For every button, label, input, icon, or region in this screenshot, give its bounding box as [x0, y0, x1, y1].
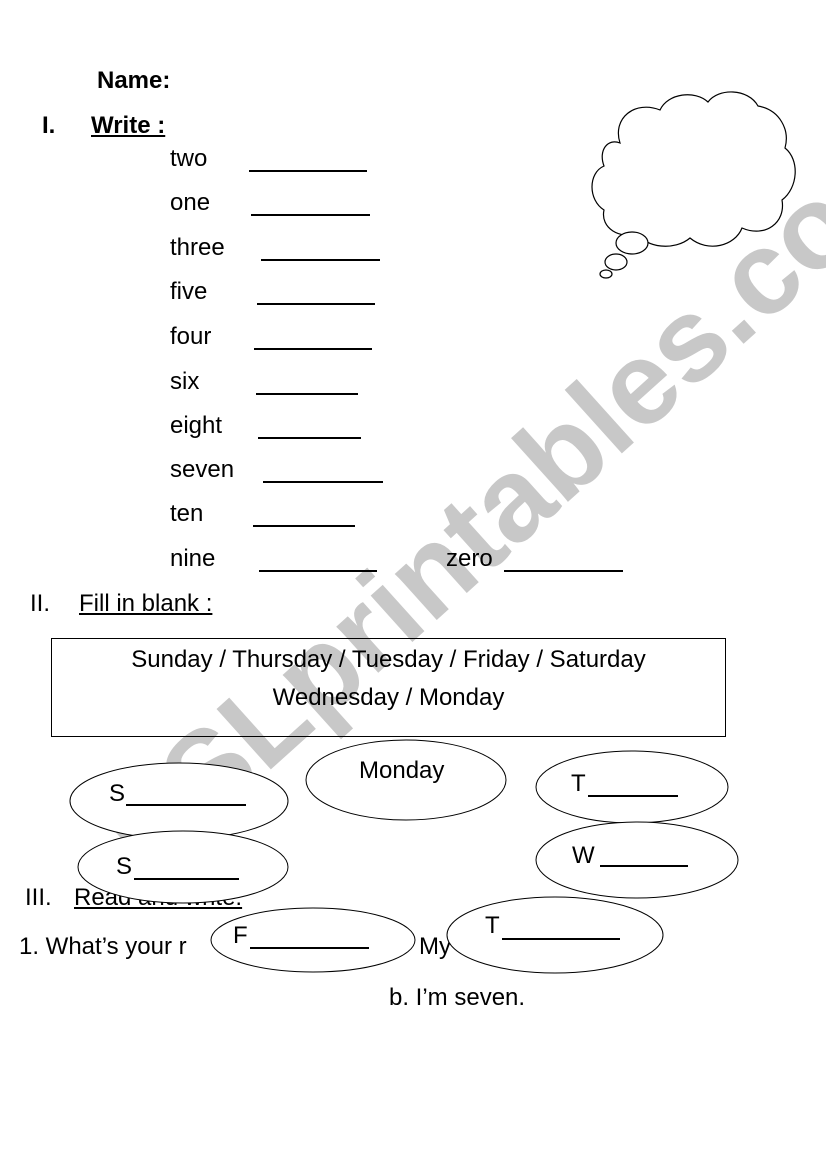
answer-blank[interactable]: [253, 525, 355, 527]
number-word: five: [170, 278, 208, 305]
word-bank-line-1: Sunday / Thursday / Tuesday / Friday / S…: [131, 646, 646, 673]
oval-letter-t1: T: [571, 770, 586, 797]
oval-letter-s2: S: [116, 853, 133, 880]
number-word: ten: [170, 500, 204, 527]
oval-s1[interactable]: [69, 762, 289, 840]
oval-letter-t2: T: [485, 912, 500, 939]
word-bank-box: Sunday / Thursday / Tuesday / Friday / S…: [51, 638, 726, 737]
answer-blank[interactable]: [254, 348, 372, 350]
number-word: four: [170, 323, 212, 350]
number-word: nine: [170, 545, 216, 572]
answer-blank[interactable]: [249, 170, 367, 172]
answer-blank[interactable]: [504, 570, 623, 572]
answer-blank[interactable]: [258, 437, 361, 439]
answer-blank[interactable]: [261, 259, 380, 261]
number-word-zero: zero: [446, 545, 493, 572]
number-word: eight: [170, 412, 223, 439]
answer-b: b. I’m seven.: [389, 984, 526, 1011]
oval-t2[interactable]: [446, 896, 664, 974]
oval-letter-f: F: [233, 922, 248, 949]
question-1: 1. What’s your r: [19, 933, 187, 960]
section-3-number: III.: [25, 884, 52, 911]
section-2-number: II.: [30, 590, 51, 617]
answer-blank[interactable]: [263, 481, 383, 483]
oval-letter-w: W: [572, 842, 595, 869]
section-1-title: Write :: [91, 112, 166, 139]
number-word: seven: [170, 456, 235, 483]
answer-blank[interactable]: [256, 393, 358, 395]
number-word: two: [170, 145, 208, 172]
thought-bubble-icon: [591, 91, 796, 279]
question-1-my: My: [419, 933, 451, 960]
oval-label-monday: Monday: [359, 757, 445, 784]
section-2-title: Fill in blank :: [79, 590, 213, 617]
number-word: three: [170, 234, 225, 261]
name-label: Name:: [97, 67, 171, 94]
answer-blank[interactable]: [251, 214, 370, 216]
number-word: one: [170, 189, 211, 216]
answer-blank[interactable]: [259, 570, 377, 572]
oval-t1[interactable]: [535, 750, 729, 824]
answer-blank[interactable]: [257, 303, 375, 305]
oval-letter-s1: S: [109, 780, 126, 807]
word-bank-line-2: Wednesday / Monday: [272, 684, 505, 711]
oval-w[interactable]: [535, 821, 739, 899]
section-1-number: I.: [42, 112, 56, 139]
number-word: six: [170, 368, 200, 395]
section-3-title: Read and write:: [74, 884, 243, 911]
